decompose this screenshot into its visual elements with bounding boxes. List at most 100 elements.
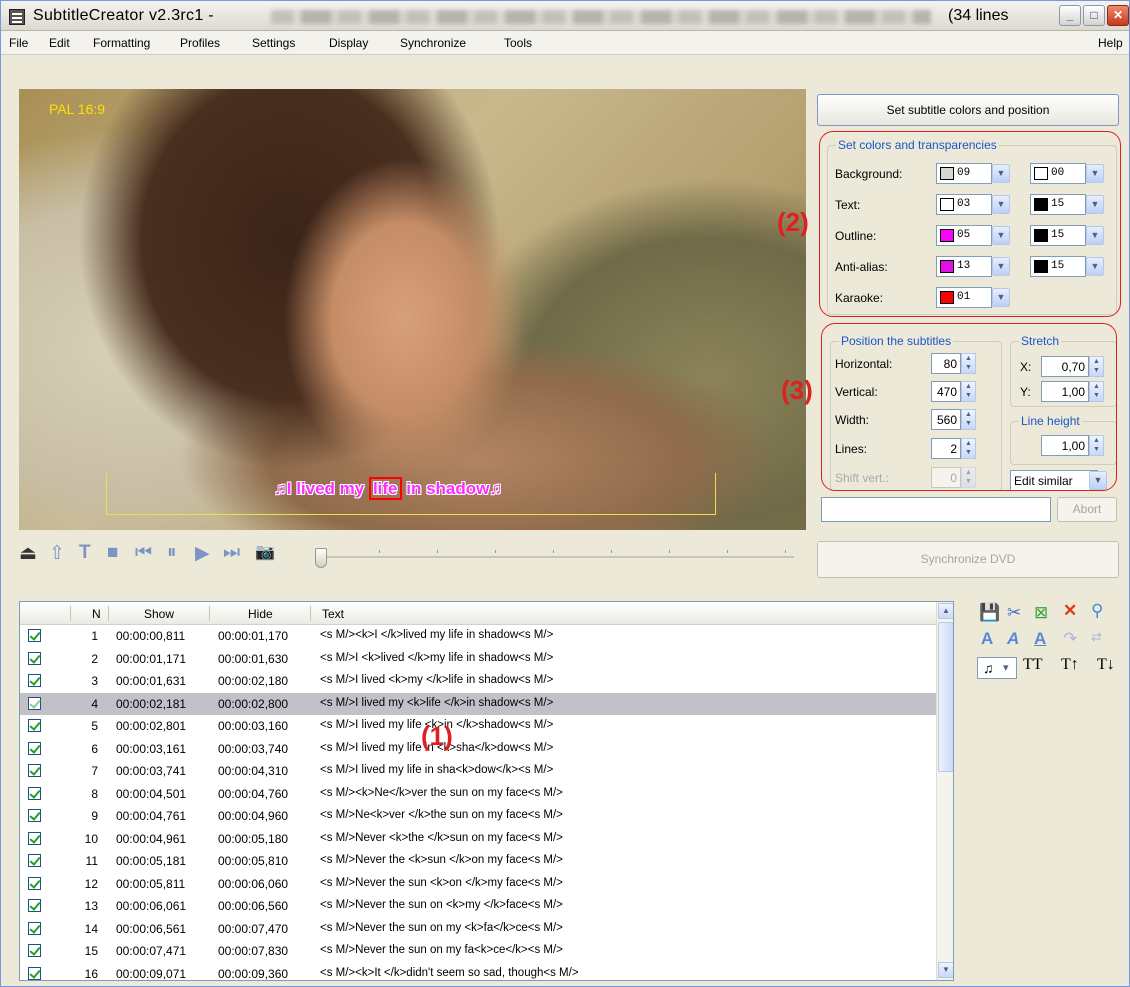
menu-settings[interactable]: Settings [252,36,295,50]
scrollbar-thumb[interactable] [938,622,953,772]
seek-slider-thumb[interactable] [315,548,327,568]
case-down-icon[interactable]: T↓ [1097,656,1115,674]
table-row[interactable]: 2 00:00:01,171 00:00:01,630 <s M/>I <k>live… [20,648,936,671]
font-icon[interactable]: A [981,629,993,649]
cell-hide: 00:00:02,800 [218,696,289,711]
next-icon[interactable]: ⏭ [223,542,240,564]
row-checkbox[interactable] [28,966,41,980]
title-bar[interactable]: SubtitleCreator v2.3rc1 - (34 lines _ □ … [1,1,1129,31]
menu-help[interactable]: Help [1098,36,1123,50]
table-row[interactable]: 1 00:00:00,811 00:00:01,170 <s M/><k>I </k>… [20,625,936,648]
row-checkbox[interactable] [28,741,41,755]
cell-text: <s M/>Never the sun <k>on </k>my face<s … [320,876,563,889]
menu-tools[interactable]: Tools [504,36,532,50]
row-checkbox[interactable] [28,764,41,777]
stop-icon[interactable]: ■ [107,542,118,564]
case-up-icon[interactable]: T↑ [1061,656,1079,674]
window-title: SubtitleCreator v2.3rc1 - [33,7,214,24]
scroll-up-icon[interactable]: ▲ [938,603,953,619]
underline-icon[interactable]: A [1034,629,1046,649]
row-checkbox[interactable] [28,629,41,642]
slider-tick [669,550,670,553]
synchronize-dvd-button[interactable]: Synchronize DVD [817,541,1119,578]
cell-text: <s M/>Ne<k>ver </k>the sun on my face<s … [320,809,563,821]
row-checkbox[interactable] [28,831,41,845]
table-row[interactable]: 10 00:00:04,961 00:00:05,180 <s M/>Never <k… [20,828,936,851]
row-checkbox[interactable] [28,809,41,822]
app-window: SubtitleCreator v2.3rc1 - (34 lines _ □ … [0,0,1130,987]
cell-show: 00:00:02,801 [116,719,187,733]
cell-n: 5 [91,719,98,733]
table-row[interactable]: 8 00:00:04,501 00:00:04,760 <s M/><k>Ne</k>… [20,783,936,806]
cell-n: 12 [84,876,98,891]
cut-icon[interactable]: ✂ [1007,603,1021,623]
abort-button[interactable]: Abort [1057,497,1117,522]
row-checkbox[interactable] [28,921,41,935]
table-row[interactable]: 11 00:00:05,181 00:00:05,810 <s M/>Never th… [20,850,936,873]
rotate-icon[interactable]: ↷ [1063,629,1077,649]
row-checkbox[interactable] [28,651,41,665]
spacing-icon[interactable]: ⇄ [1091,629,1102,645]
table-row[interactable]: 4 00:00:02,181 00:00:02,800 <s M/>I lived m… [20,692,936,715]
case-toggle-icon[interactable]: TT [1023,656,1043,674]
table-row[interactable]: 12 00:00:05,811 00:00:06,060 <s M/>Never th… [20,873,936,896]
column-n[interactable]: N [92,607,101,621]
subtitle-list[interactable]: N Show Hide Text 1 00:00:00,811 00:00:01,1… [19,601,954,981]
minimize-button[interactable]: _ [1059,5,1081,26]
cell-hide: 00:00:03,160 [218,719,289,733]
table-row[interactable]: 6 00:00:03,161 00:00:03,740 <s M/>I lived m… [20,738,936,761]
table-row[interactable]: 7 00:00:03,741 00:00:04,310 <s M/>I lived m… [20,760,936,783]
pause-icon[interactable]: ⏸ [167,542,177,564]
video-preview[interactable]: PAL 16:9 ♫I lived my life in shadow♫ [19,89,806,530]
row-checkbox[interactable] [28,786,41,800]
menu-formatting[interactable]: Formatting [93,36,150,50]
save-icon[interactable]: 💾 [979,603,1000,623]
home-icon[interactable]: ⇧ [49,542,65,565]
seek-slider-track[interactable] [319,556,794,558]
table-row[interactable]: 15 00:00:07,471 00:00:07,830 <s M/>Never th… [20,940,936,963]
table-row[interactable]: 9 00:00:04,761 00:00:04,960 <s M/>Ne<k>ver … [20,805,936,828]
column-text[interactable]: Text [322,607,344,621]
maximize-button[interactable]: □ [1083,5,1105,26]
menu-file[interactable]: File [9,36,28,50]
note-select[interactable]: ♫ ▾ [977,657,1017,679]
cell-show: 00:00:03,161 [116,741,187,756]
cell-show: 00:00:01,171 [116,651,187,666]
previous-icon[interactable]: ⏮ [135,542,152,564]
menu-display[interactable]: Display [329,36,368,50]
table-row[interactable]: 13 00:00:06,061 00:00:06,560 <s M/>Never th… [20,895,936,918]
row-checkbox[interactable] [28,674,41,687]
find-icon[interactable]: ⚲ [1091,601,1103,621]
scroll-down-icon[interactable]: ▼ [938,962,953,978]
row-checkbox[interactable] [28,719,41,732]
play-icon[interactable]: ▶ [195,542,210,565]
merge-icon[interactable]: ⊠ [1034,603,1048,623]
menu-synchronize[interactable]: Synchronize [400,36,466,50]
table-row[interactable]: 16 00:00:09,071 00:00:09,360 <s M/><k>It </… [20,963,936,981]
text-toggle-icon[interactable]: T [79,542,91,564]
menu-profiles[interactable]: Profiles [180,36,220,50]
table-row[interactable]: 3 00:00:01,631 00:00:02,180 <s M/>I lived <… [20,670,936,693]
snapshot-icon[interactable]: 📷 [255,542,275,562]
row-checkbox[interactable] [28,696,41,710]
eject-icon[interactable]: ⏏ [19,542,37,565]
row-checkbox[interactable] [28,944,41,957]
close-button[interactable]: ✕ [1107,5,1129,26]
row-checkbox[interactable] [28,854,41,867]
italic-icon[interactable]: A [1007,629,1019,649]
table-row[interactable]: 5 00:00:02,801 00:00:03,160 <s M/>I lived m… [20,715,936,738]
list-scrollbar[interactable]: ▲ ▼ [936,602,953,980]
row-checkbox[interactable] [28,876,41,890]
slider-tick [727,550,728,553]
column-hide[interactable]: Hide [248,607,273,621]
cell-hide: 00:00:06,560 [218,899,289,913]
menu-edit[interactable]: Edit [49,36,70,50]
column-divider [310,606,311,621]
cell-show: 00:00:00,811 [116,629,186,643]
row-checkbox[interactable] [28,899,41,912]
cell-hide: 00:00:09,360 [218,966,289,981]
table-row[interactable]: 14 00:00:06,561 00:00:07,470 <s M/>Never th… [20,918,936,941]
delete-icon[interactable]: ✕ [1063,601,1077,621]
set-subtitle-colors-button[interactable]: Set subtitle colors and position [817,94,1119,126]
column-show[interactable]: Show [144,607,174,621]
